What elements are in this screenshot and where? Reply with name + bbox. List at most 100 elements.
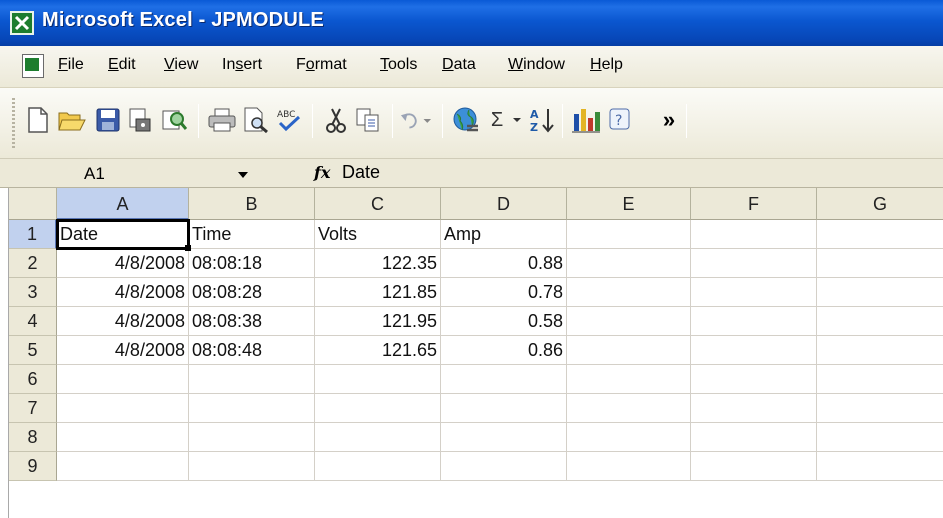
cell-d9[interactable] [441, 452, 567, 481]
cell-g2[interactable] [817, 249, 943, 278]
autosum-icon[interactable]: Σ [484, 104, 510, 136]
menu-help[interactable]: Help [590, 56, 623, 74]
cell-b3[interactable]: 08:08:28 [189, 278, 315, 307]
cell-a1[interactable]: Date [56, 219, 190, 250]
open-icon[interactable] [56, 104, 88, 136]
overflow-icon[interactable]: » [654, 104, 684, 136]
excel-app-icon[interactable] [10, 11, 34, 35]
cell-b2[interactable]: 08:08:18 [189, 249, 315, 278]
cell-e2[interactable] [567, 249, 691, 278]
select-all-corner[interactable] [9, 188, 57, 220]
spelling-icon[interactable]: ABC [272, 104, 304, 136]
cell-a4[interactable]: 4/8/2008 [57, 307, 189, 336]
cell-c6[interactable] [315, 365, 441, 394]
save-icon[interactable] [92, 104, 124, 136]
menu-data[interactable]: Data [442, 56, 476, 74]
column-header-g[interactable]: G [817, 188, 943, 220]
cell-e1[interactable] [567, 220, 691, 249]
cell-f8[interactable] [691, 423, 817, 452]
cell-d8[interactable] [441, 423, 567, 452]
menu-view[interactable]: View [164, 56, 198, 74]
cell-d3[interactable]: 0.78 [441, 278, 567, 307]
row-header-7[interactable]: 7 [9, 394, 57, 423]
insert-function-icon[interactable]: fx [314, 163, 330, 182]
cell-a3[interactable]: 4/8/2008 [57, 278, 189, 307]
row-header-6[interactable]: 6 [9, 365, 57, 394]
cell-d2[interactable]: 0.88 [441, 249, 567, 278]
cell-e9[interactable] [567, 452, 691, 481]
name-box-dropdown-icon[interactable] [238, 172, 248, 178]
cell-c8[interactable] [315, 423, 441, 452]
cell-e4[interactable] [567, 307, 691, 336]
column-header-e[interactable]: E [567, 188, 691, 220]
menu-tools[interactable]: Tools [380, 56, 417, 74]
autosum-dropdown-icon[interactable] [510, 104, 524, 136]
cell-f7[interactable] [691, 394, 817, 423]
cell-d4[interactable]: 0.58 [441, 307, 567, 336]
cell-g9[interactable] [817, 452, 943, 481]
hyperlink-icon[interactable] [450, 104, 482, 136]
cell-b8[interactable] [189, 423, 315, 452]
cell-g5[interactable] [817, 336, 943, 365]
cell-f4[interactable] [691, 307, 817, 336]
cell-c7[interactable] [315, 394, 441, 423]
sort-ascending-icon[interactable]: AZ [526, 104, 558, 136]
row-header-1[interactable]: 1 [9, 220, 57, 249]
row-header-5[interactable]: 5 [9, 336, 57, 365]
name-box[interactable]: A1 [30, 162, 248, 186]
copy-icon[interactable] [352, 104, 384, 136]
cell-d6[interactable] [441, 365, 567, 394]
fill-handle[interactable] [185, 245, 191, 251]
menu-edit[interactable]: Edit [108, 56, 136, 74]
cell-b7[interactable] [189, 394, 315, 423]
cell-b4[interactable]: 08:08:38 [189, 307, 315, 336]
row-header-8[interactable]: 8 [9, 423, 57, 452]
column-header-b[interactable]: B [189, 188, 315, 220]
column-header-f[interactable]: F [691, 188, 817, 220]
cell-g6[interactable] [817, 365, 943, 394]
menu-window[interactable]: Window [508, 56, 565, 74]
row-header-9[interactable]: 9 [9, 452, 57, 481]
cell-c4[interactable]: 121.95 [315, 307, 441, 336]
print-preview-icon[interactable] [240, 104, 272, 136]
formula-input[interactable]: Date [342, 162, 380, 183]
cell-g4[interactable] [817, 307, 943, 336]
cell-c2[interactable]: 122.35 [315, 249, 441, 278]
cell-g3[interactable] [817, 278, 943, 307]
cell-c5[interactable]: 121.65 [315, 336, 441, 365]
cell-a8[interactable] [57, 423, 189, 452]
chart-wizard-icon[interactable] [570, 104, 602, 136]
row-header-2[interactable]: 2 [9, 249, 57, 278]
cell-f5[interactable] [691, 336, 817, 365]
cell-a6[interactable] [57, 365, 189, 394]
permission-icon[interactable] [124, 104, 156, 136]
cell-g8[interactable] [817, 423, 943, 452]
cell-d5[interactable]: 0.86 [441, 336, 567, 365]
cell-e3[interactable] [567, 278, 691, 307]
cell-e8[interactable] [567, 423, 691, 452]
cell-a5[interactable]: 4/8/2008 [57, 336, 189, 365]
menu-insert[interactable]: Insert [222, 56, 262, 74]
cell-g7[interactable] [817, 394, 943, 423]
cell-c1[interactable]: Volts [315, 220, 441, 249]
menu-format[interactable]: Format [296, 56, 347, 74]
column-header-d[interactable]: D [441, 188, 567, 220]
research-icon[interactable] [158, 104, 190, 136]
worksheet-grid[interactable]: A B C D E F G 1 Date Time Volts Amp 2 4/8/2008 08:08:1… [8, 188, 943, 518]
menu-file[interactable]: File [58, 56, 84, 74]
cell-a2[interactable]: 4/8/2008 [57, 249, 189, 278]
help-icon[interactable]: ? [604, 104, 636, 136]
column-header-c[interactable]: C [315, 188, 441, 220]
cell-b6[interactable] [189, 365, 315, 394]
cell-e6[interactable] [567, 365, 691, 394]
cell-a9[interactable] [57, 452, 189, 481]
cell-b5[interactable]: 08:08:48 [189, 336, 315, 365]
cell-e5[interactable] [567, 336, 691, 365]
cell-c9[interactable] [315, 452, 441, 481]
cell-d7[interactable] [441, 394, 567, 423]
cell-c3[interactable]: 121.85 [315, 278, 441, 307]
cell-f6[interactable] [691, 365, 817, 394]
cell-a7[interactable] [57, 394, 189, 423]
undo-icon[interactable] [400, 104, 432, 136]
workbook-icon[interactable] [22, 54, 44, 78]
